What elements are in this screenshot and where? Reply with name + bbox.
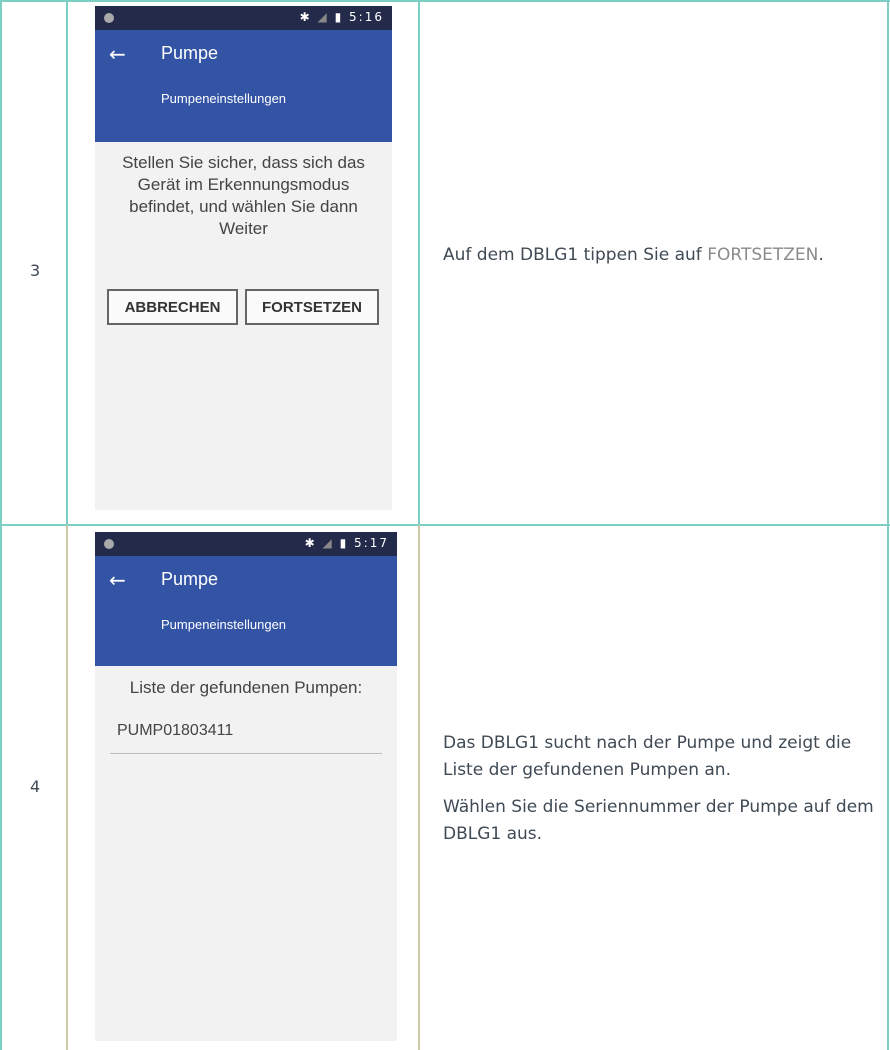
arrow-left-icon[interactable]: ←: [109, 42, 126, 66]
phone-screenshot-step-3: ✱ ◢ ▮ 5:16 ← Pumpe Pumpeneinstellungen S…: [95, 6, 392, 510]
table-border-mid-1: [66, 0, 68, 525]
app-subtitle: Pumpeneinstellungen: [161, 91, 287, 106]
table-right-border-row2: [887, 525, 889, 1050]
pump-list-label: Liste der gefundenen Pumpen:: [129, 678, 363, 697]
instruction-message: Stellen Sie sicher, dass sich das Gerät …: [122, 153, 365, 238]
table-right-border: [887, 0, 889, 525]
bluetooth-icon: ✱: [304, 536, 317, 550]
phone-screenshot-step-4: ✱ ◢ ▮ 5:17 ← Pumpe Pumpeneinstellungen L…: [95, 532, 397, 1041]
app-subtitle: Pumpeneinstellungen: [161, 617, 287, 632]
no-signal-icon: ◢: [322, 536, 334, 550]
step-description: Das DBLG1 sucht nach der Pumpe und zeigt…: [443, 730, 883, 858]
table-border-mid-1-row2: [66, 525, 68, 1050]
step-description: Auf dem DBLG1 tippen Sie auf FORTSETZEN.: [443, 242, 883, 279]
status-time: 5:16: [349, 10, 384, 24]
app-title: Pumpe: [161, 569, 219, 589]
battery-icon: ▮: [339, 536, 349, 550]
bluetooth-icon: ✱: [299, 10, 312, 24]
battery-icon: ▮: [334, 10, 344, 24]
notification-dot-icon: [104, 539, 114, 549]
continue-reference: FORTSETZEN: [707, 245, 819, 265]
description-text: Auf dem DBLG1 tippen Sie auf: [443, 245, 708, 265]
table-top-border: [0, 0, 890, 2]
app-title: Pumpe: [161, 43, 219, 63]
table-row-divider: [0, 524, 890, 526]
arrow-left-icon[interactable]: ←: [109, 568, 126, 592]
description-paragraph: Wählen Sie die Seriennummer der Pumpe au…: [443, 797, 874, 844]
status-time: 5:17: [354, 536, 389, 550]
no-signal-icon: ◢: [317, 10, 329, 24]
cancel-button[interactable]: ABBRECHEN: [107, 289, 238, 325]
status-bar: ✱ ◢ ▮ 5:16: [95, 6, 392, 30]
step-number: 4: [30, 777, 41, 796]
continue-button[interactable]: FORTSETZEN: [245, 289, 379, 325]
pump-list-item[interactable]: PUMP01803411: [110, 722, 382, 754]
step-number: 3: [30, 261, 41, 280]
table-border-mid-2-row2: [418, 525, 420, 1050]
app-bar: ← Pumpe Pumpeneinstellungen: [95, 30, 392, 142]
app-bar: ← Pumpe Pumpeneinstellungen: [95, 556, 397, 666]
table-left-border: [0, 0, 2, 525]
description-text-end: .: [818, 245, 824, 265]
description-paragraph: Das DBLG1 sucht nach der Pumpe und zeigt…: [443, 733, 852, 780]
status-bar: ✱ ◢ ▮ 5:17: [95, 532, 397, 556]
table-border-mid-2: [418, 0, 420, 525]
notification-dot-icon: [104, 13, 114, 23]
table-left-border-row2: [0, 525, 2, 1050]
